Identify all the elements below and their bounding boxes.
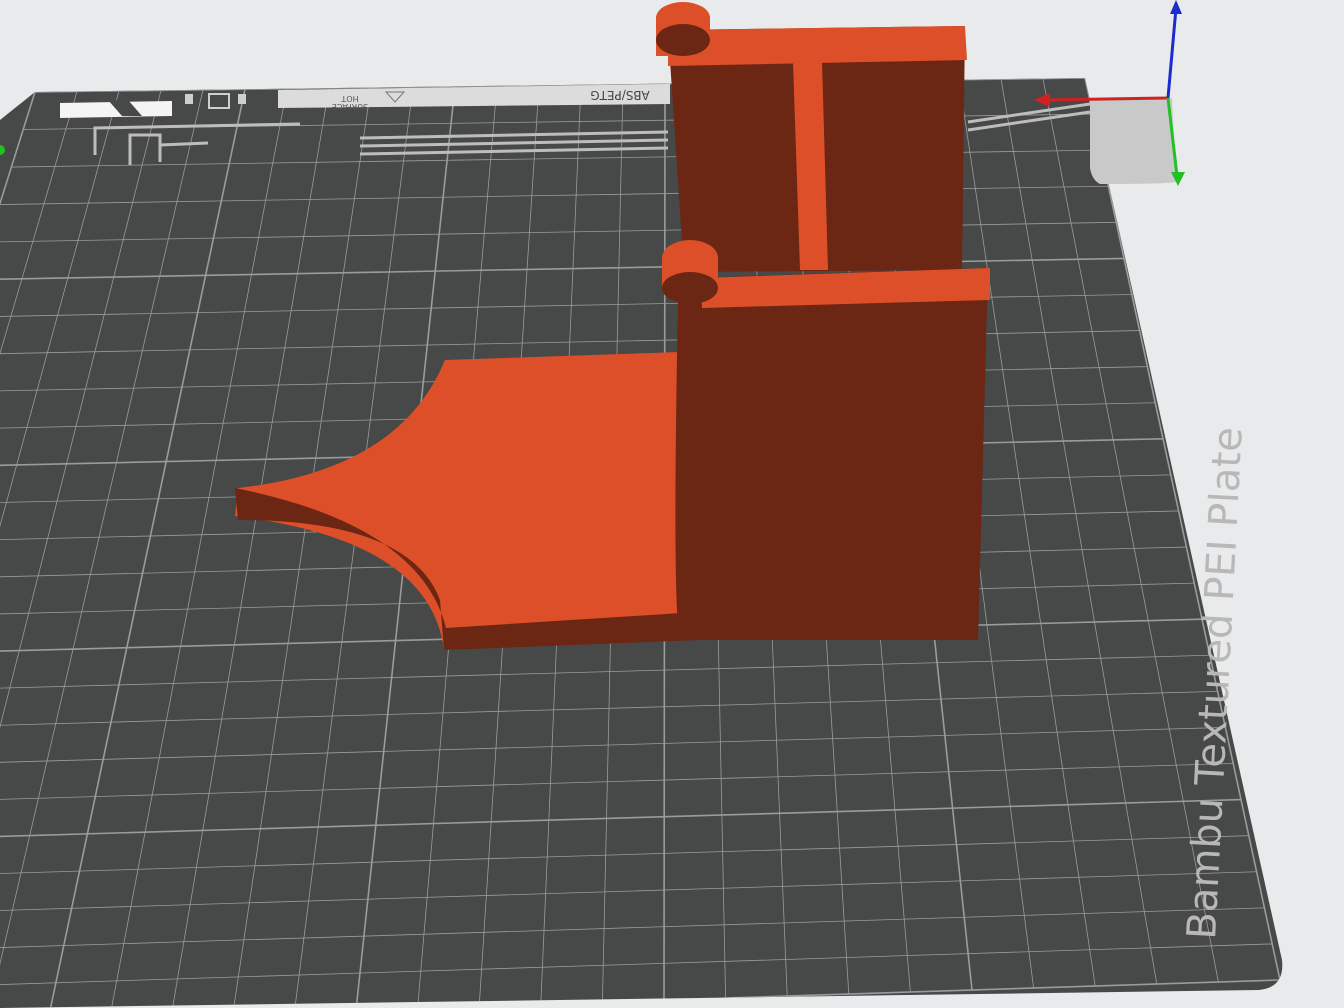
plate-corner-marker — [1090, 98, 1176, 184]
hot-label-line1: HOT — [341, 94, 358, 103]
filament-label: ABS/PETG — [590, 88, 649, 102]
x-axis-line — [1044, 96, 1169, 102]
z-axis-arrow-icon — [1170, 0, 1182, 14]
3d-viewport[interactable]: HOT SURFACE ABS/PETG Bambu Textured PEI … — [0, 0, 1344, 1008]
z-axis-line — [1166, 7, 1178, 99]
viewport-canvas[interactable]: HOT SURFACE ABS/PETG Bambu Textured PEI … — [0, 0, 1344, 1008]
hot-label-line2: SURFACE — [332, 102, 368, 111]
